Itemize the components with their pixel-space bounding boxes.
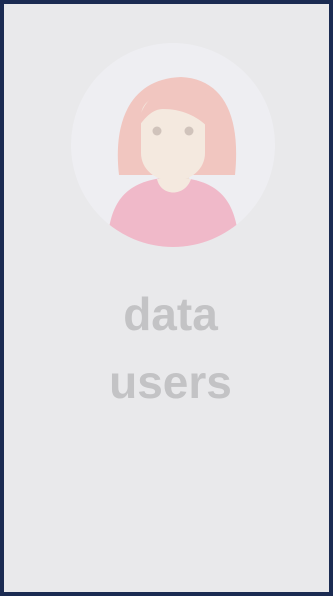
user-avatar-icon — [109, 77, 237, 247]
card-title-line-2: users — [109, 356, 232, 408]
card-title-line-1: data — [123, 288, 218, 340]
avatar — [71, 43, 275, 247]
user-card: data users — [0, 0, 333, 596]
